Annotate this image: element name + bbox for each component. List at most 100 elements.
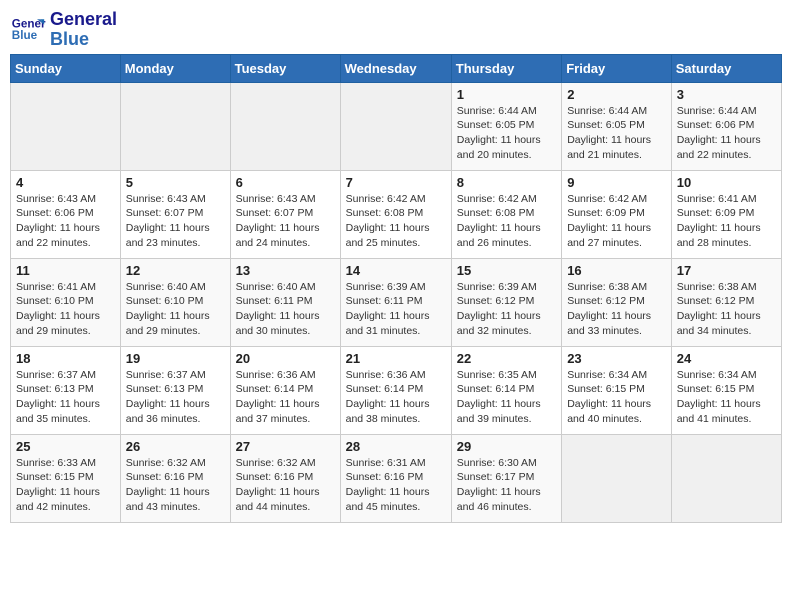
calendar-cell <box>230 82 340 170</box>
day-info: Sunrise: 6:41 AMSunset: 6:09 PMDaylight:… <box>677 192 776 251</box>
day-info: Sunrise: 6:44 AMSunset: 6:06 PMDaylight:… <box>677 104 776 163</box>
day-info: Sunrise: 6:43 AMSunset: 6:07 PMDaylight:… <box>236 192 335 251</box>
day-info: Sunrise: 6:43 AMSunset: 6:06 PMDaylight:… <box>16 192 115 251</box>
day-info: Sunrise: 6:33 AMSunset: 6:15 PMDaylight:… <box>16 456 115 515</box>
day-number: 12 <box>126 263 225 278</box>
calendar-cell: 7 Sunrise: 6:42 AMSunset: 6:08 PMDaylight… <box>340 170 451 258</box>
calendar-cell: 23Sunrise: 6:34 AMSunset: 6:15 PMDayligh… <box>562 346 672 434</box>
day-info: Sunrise: 6:35 AMSunset: 6:14 PMDaylight:… <box>457 368 556 427</box>
day-info: Sunrise: 6:40 AMSunset: 6:11 PMDaylight:… <box>236 280 335 339</box>
day-info: Sunrise: 6:42 AMSunset: 6:08 PMDaylight:… <box>457 192 556 251</box>
calendar-cell: 15 Sunrise: 6:39 AMSunset: 6:12 PMDayligh… <box>451 258 561 346</box>
calendar-cell: 12 Sunrise: 6:40 AMSunset: 6:10 PMDayligh… <box>120 258 230 346</box>
weekday-header-tuesday: Tuesday <box>230 54 340 82</box>
calendar-week-2: 11Sunrise: 6:41 AMSunset: 6:10 PMDayligh… <box>11 258 782 346</box>
logo: General Blue General Blue <box>10 10 117 50</box>
calendar-cell: 9 Sunrise: 6:42 AMSunset: 6:09 PMDaylight… <box>562 170 672 258</box>
calendar-cell: 24 Sunrise: 6:34 AMSunset: 6:15 PMDayligh… <box>671 346 781 434</box>
day-number: 23 <box>567 351 666 366</box>
day-number: 5 <box>126 175 225 190</box>
day-info: Sunrise: 6:42 AMSunset: 6:09 PMDaylight:… <box>567 192 666 251</box>
calendar-cell: 13 Sunrise: 6:40 AMSunset: 6:11 PMDayligh… <box>230 258 340 346</box>
day-number: 15 <box>457 263 556 278</box>
calendar-week-1: 4 Sunrise: 6:43 AMSunset: 6:06 PMDaylight… <box>11 170 782 258</box>
day-number: 13 <box>236 263 335 278</box>
day-number: 3 <box>677 87 776 102</box>
day-number: 25 <box>16 439 115 454</box>
calendar-cell: 21Sunrise: 6:36 AMSunset: 6:14 PMDayligh… <box>340 346 451 434</box>
calendar-cell: 6 Sunrise: 6:43 AMSunset: 6:07 PMDaylight… <box>230 170 340 258</box>
day-info: Sunrise: 6:34 AMSunset: 6:15 PMDaylight:… <box>677 368 776 427</box>
day-number: 1 <box>457 87 556 102</box>
day-info: Sunrise: 6:32 AMSunset: 6:16 PMDaylight:… <box>126 456 225 515</box>
day-number: 22 <box>457 351 556 366</box>
calendar-cell <box>562 434 672 522</box>
calendar-cell <box>340 82 451 170</box>
calendar-cell: 27 Sunrise: 6:32 AMSunset: 6:16 PMDayligh… <box>230 434 340 522</box>
day-info: Sunrise: 6:38 AMSunset: 6:12 PMDaylight:… <box>677 280 776 339</box>
day-number: 10 <box>677 175 776 190</box>
weekday-header-monday: Monday <box>120 54 230 82</box>
day-number: 28 <box>346 439 446 454</box>
calendar-cell: 17 Sunrise: 6:38 AMSunset: 6:12 PMDayligh… <box>671 258 781 346</box>
weekday-header-saturday: Saturday <box>671 54 781 82</box>
calendar-cell: 3 Sunrise: 6:44 AMSunset: 6:06 PMDaylight… <box>671 82 781 170</box>
day-info: Sunrise: 6:40 AMSunset: 6:10 PMDaylight:… <box>126 280 225 339</box>
day-info: Sunrise: 6:44 AMSunset: 6:05 PMDaylight:… <box>567 104 666 163</box>
calendar-week-4: 25 Sunrise: 6:33 AMSunset: 6:15 PMDayligh… <box>11 434 782 522</box>
page-header: General Blue General Blue <box>10 10 782 50</box>
day-info: Sunrise: 6:37 AMSunset: 6:13 PMDaylight:… <box>126 368 225 427</box>
calendar-cell: 18 Sunrise: 6:37 AMSunset: 6:13 PMDayligh… <box>11 346 121 434</box>
day-number: 14 <box>346 263 446 278</box>
weekday-header-friday: Friday <box>562 54 672 82</box>
calendar-cell: 28Sunrise: 6:31 AMSunset: 6:16 PMDayligh… <box>340 434 451 522</box>
day-number: 26 <box>126 439 225 454</box>
calendar-cell: 14 Sunrise: 6:39 AMSunset: 6:11 PMDayligh… <box>340 258 451 346</box>
logo-text: General Blue <box>50 10 117 50</box>
calendar-cell: 8 Sunrise: 6:42 AMSunset: 6:08 PMDaylight… <box>451 170 561 258</box>
day-number: 9 <box>567 175 666 190</box>
calendar-cell: 16 Sunrise: 6:38 AMSunset: 6:12 PMDayligh… <box>562 258 672 346</box>
day-number: 24 <box>677 351 776 366</box>
calendar-cell: 25 Sunrise: 6:33 AMSunset: 6:15 PMDayligh… <box>11 434 121 522</box>
day-number: 16 <box>567 263 666 278</box>
calendar-cell: 2Sunrise: 6:44 AMSunset: 6:05 PMDaylight… <box>562 82 672 170</box>
day-info: Sunrise: 6:44 AMSunset: 6:05 PMDaylight:… <box>457 104 556 163</box>
calendar-week-0: 1 Sunrise: 6:44 AMSunset: 6:05 PMDaylight… <box>11 82 782 170</box>
day-info: Sunrise: 6:43 AMSunset: 6:07 PMDaylight:… <box>126 192 225 251</box>
day-number: 4 <box>16 175 115 190</box>
calendar-cell <box>11 82 121 170</box>
logo-icon: General Blue <box>10 12 46 48</box>
day-info: Sunrise: 6:39 AMSunset: 6:12 PMDaylight:… <box>457 280 556 339</box>
day-info: Sunrise: 6:42 AMSunset: 6:08 PMDaylight:… <box>346 192 446 251</box>
calendar-cell: 20 Sunrise: 6:36 AMSunset: 6:14 PMDayligh… <box>230 346 340 434</box>
day-info: Sunrise: 6:32 AMSunset: 6:16 PMDaylight:… <box>236 456 335 515</box>
day-info: Sunrise: 6:38 AMSunset: 6:12 PMDaylight:… <box>567 280 666 339</box>
day-number: 11 <box>16 263 115 278</box>
calendar-cell <box>120 82 230 170</box>
calendar-cell: 19 Sunrise: 6:37 AMSunset: 6:13 PMDayligh… <box>120 346 230 434</box>
day-info: Sunrise: 6:39 AMSunset: 6:11 PMDaylight:… <box>346 280 446 339</box>
calendar-cell: 22 Sunrise: 6:35 AMSunset: 6:14 PMDayligh… <box>451 346 561 434</box>
weekday-header-wednesday: Wednesday <box>340 54 451 82</box>
day-info: Sunrise: 6:30 AMSunset: 6:17 PMDaylight:… <box>457 456 556 515</box>
calendar-cell: 29Sunrise: 6:30 AMSunset: 6:17 PMDayligh… <box>451 434 561 522</box>
calendar-cell <box>671 434 781 522</box>
weekday-header-sunday: Sunday <box>11 54 121 82</box>
calendar-week-3: 18 Sunrise: 6:37 AMSunset: 6:13 PMDayligh… <box>11 346 782 434</box>
day-number: 18 <box>16 351 115 366</box>
day-number: 17 <box>677 263 776 278</box>
day-info: Sunrise: 6:37 AMSunset: 6:13 PMDaylight:… <box>16 368 115 427</box>
day-number: 7 <box>346 175 446 190</box>
day-info: Sunrise: 6:36 AMSunset: 6:14 PMDaylight:… <box>346 368 446 427</box>
calendar-cell: 11Sunrise: 6:41 AMSunset: 6:10 PMDayligh… <box>11 258 121 346</box>
calendar-header: SundayMondayTuesdayWednesdayThursdayFrid… <box>11 54 782 82</box>
day-number: 8 <box>457 175 556 190</box>
day-number: 19 <box>126 351 225 366</box>
day-info: Sunrise: 6:36 AMSunset: 6:14 PMDaylight:… <box>236 368 335 427</box>
day-number: 6 <box>236 175 335 190</box>
calendar-cell: 4 Sunrise: 6:43 AMSunset: 6:06 PMDaylight… <box>11 170 121 258</box>
day-number: 20 <box>236 351 335 366</box>
calendar-cell: 10 Sunrise: 6:41 AMSunset: 6:09 PMDayligh… <box>671 170 781 258</box>
day-number: 27 <box>236 439 335 454</box>
